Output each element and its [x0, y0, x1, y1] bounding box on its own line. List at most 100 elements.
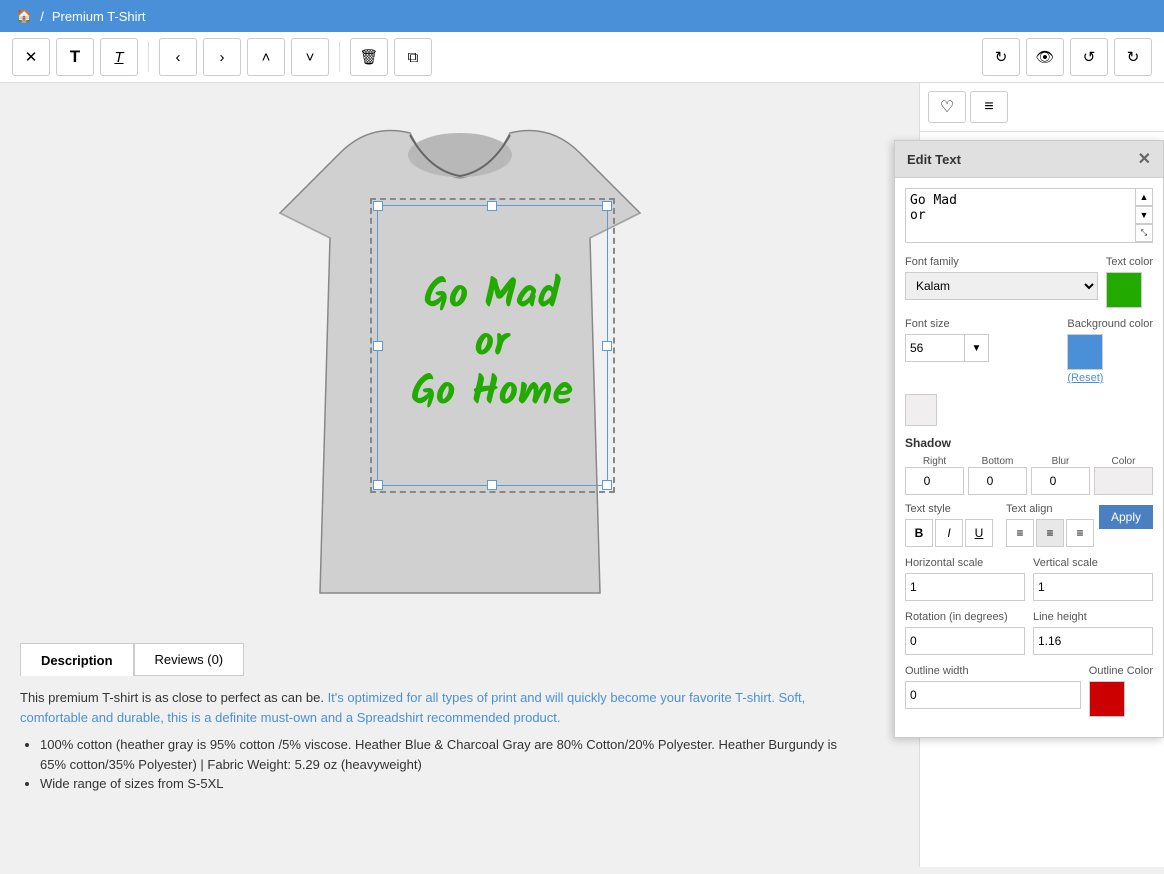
align-right-button[interactable]: ≡	[1066, 519, 1094, 547]
shadow-bottom-group: Bottom	[968, 456, 1027, 495]
bg-reset-link[interactable]: (Reset)	[1067, 372, 1103, 384]
edit-text-title: Edit Text	[907, 152, 961, 167]
scale-row: Horizontal scale Vertical scale	[905, 557, 1153, 601]
redo-button[interactable]: ↻	[1114, 38, 1152, 76]
eye-button[interactable]: 👁	[1026, 38, 1064, 76]
shadow-color-group: Color	[1094, 456, 1153, 495]
font-size-input[interactable]	[905, 334, 965, 362]
outline-color-label: Outline Color	[1089, 665, 1153, 677]
handle-ml[interactable]	[373, 341, 383, 351]
tab-description[interactable]: Description	[20, 643, 134, 676]
move-right-button[interactable]: ›	[203, 38, 241, 76]
text-area-wrapper: Go Mad or ▲ ▼ ⤡	[905, 188, 1153, 246]
description-text: This premium T-shirt is as close to perf…	[20, 676, 840, 794]
h-scale-group: Horizontal scale	[905, 557, 1025, 601]
font-size-label: Font size	[905, 318, 1059, 330]
add-text-toolbar-button[interactable]: T	[56, 38, 94, 76]
text-area-arrows: ▲ ▼ ⤡	[1135, 188, 1153, 242]
delete-button[interactable]: 🗑	[350, 38, 388, 76]
bg-white-swatch[interactable]	[905, 394, 937, 426]
text-style-label: Text style	[905, 503, 998, 515]
list-button[interactable]: ≡	[970, 91, 1008, 123]
design-inner: Go MadorGo Home	[377, 205, 608, 486]
toolbar-sep-1	[148, 42, 149, 72]
desc-bullet1: 100% cotton (heather gray is 95% cotton …	[40, 735, 840, 774]
shadow-row: Right Bottom Blur Color	[905, 456, 1153, 495]
shadow-blur-label: Blur	[1031, 456, 1090, 467]
nav-page-title: Premium T-Shirt	[52, 9, 146, 24]
edit-text-body: Go Mad or ▲ ▼ ⤡ Font family Kalam Text c…	[895, 178, 1163, 737]
nav-separator: /	[40, 9, 44, 24]
edit-text-close-button[interactable]: ✕	[1138, 149, 1151, 169]
design-area[interactable]: Go MadorGo Home	[370, 198, 615, 493]
move-up-button[interactable]: ˄	[247, 38, 285, 76]
outline-width-input[interactable]	[905, 681, 1081, 709]
shadow-right-label: Right	[905, 456, 964, 467]
outline-width-label: Outline width	[905, 665, 1081, 677]
refresh-button[interactable]: ↻	[982, 38, 1020, 76]
bg-color-swatch[interactable]	[1067, 334, 1103, 370]
text-style-toolbar-button[interactable]: T	[100, 38, 138, 76]
tab-reviews[interactable]: Reviews (0)	[134, 643, 245, 676]
desc-text2: It's optimized for all types of print an…	[328, 690, 775, 705]
text-align-label: Text align	[1006, 503, 1099, 515]
bold-button[interactable]: B	[905, 519, 933, 547]
fontsize-bgcolor-row: Font size ▼ Background color (Reset)	[905, 318, 1153, 384]
copy-button[interactable]: ⧉	[394, 38, 432, 76]
move-down-button[interactable]: ˅	[291, 38, 329, 76]
heart-button[interactable]: ♡	[928, 91, 966, 123]
text-color-swatch[interactable]	[1106, 272, 1142, 308]
text-editor[interactable]: Go Mad or	[905, 188, 1153, 243]
style-buttons: B I U	[905, 519, 998, 547]
text-scroll-down[interactable]: ▼	[1135, 206, 1153, 224]
handle-tl[interactable]	[373, 201, 383, 211]
font-color-row: Font family Kalam Text color	[905, 256, 1153, 308]
bottom-tabs: Description Reviews (0)	[20, 643, 899, 676]
font-size-group: Font size ▼	[905, 318, 1059, 362]
font-size-dropdown[interactable]: ▼	[965, 334, 989, 362]
tshirt-container: Go MadorGo Home	[250, 93, 670, 633]
h-scale-input[interactable]	[905, 573, 1025, 601]
handle-bl[interactable]	[373, 480, 383, 490]
v-scale-label: Vertical scale	[1033, 557, 1153, 569]
align-left-button[interactable]: ≡	[1006, 519, 1034, 547]
font-family-label: Font family	[905, 256, 1098, 268]
edit-text-header: Edit Text ✕	[895, 141, 1163, 178]
text-align-group: Text align ≡ ≡ ≡	[1006, 503, 1099, 547]
v-scale-group: Vertical scale	[1033, 557, 1153, 601]
outline-row: Outline width Outline Color	[905, 665, 1153, 717]
align-center-button[interactable]: ≡	[1036, 519, 1064, 547]
font-family-group: Font family Kalam	[905, 256, 1098, 300]
shadow-color-label: Color	[1094, 456, 1153, 467]
home-icon[interactable]: 🏠	[16, 8, 32, 24]
apply-button[interactable]: Apply	[1099, 505, 1153, 529]
toolbar-right: ↻ 👁 ↺ ↻	[982, 38, 1152, 76]
text-scroll-up[interactable]: ▲	[1135, 188, 1153, 206]
handle-tc[interactable]	[487, 201, 497, 211]
align-buttons: ≡ ≡ ≡	[1006, 519, 1099, 547]
handle-br[interactable]	[602, 480, 612, 490]
line-height-input[interactable]	[1033, 627, 1153, 655]
handle-tr[interactable]	[602, 201, 612, 211]
desc-bullet2: Wide range of sizes from S-5XL	[40, 774, 840, 794]
bg-color-label: Background color	[1067, 318, 1153, 330]
outline-color-swatch[interactable]	[1089, 681, 1125, 717]
shadow-blur-input[interactable]	[1031, 467, 1090, 495]
rotation-lineheight-row: Rotation (in degrees) Line height	[905, 611, 1153, 655]
underline-button[interactable]: U	[965, 519, 993, 547]
text-resize[interactable]: ⤡	[1135, 224, 1153, 242]
undo-button[interactable]: ↺	[1070, 38, 1108, 76]
italic-button[interactable]: I	[935, 519, 963, 547]
shadow-right-input[interactable]	[905, 467, 964, 495]
font-family-select[interactable]: Kalam	[905, 272, 1098, 300]
shadow-bottom-input[interactable]	[968, 467, 1027, 495]
move-left-button[interactable]: ‹	[159, 38, 197, 76]
v-scale-input[interactable]	[1033, 573, 1153, 601]
rotation-input[interactable]	[905, 627, 1025, 655]
style-align-row: Text style B I U Text align ≡ ≡ ≡	[905, 503, 1099, 547]
toolbar: ✕ T T ‹ › ˄ ˅ 🗑 ⧉ ↻ 👁 ↺ ↻	[0, 32, 1164, 83]
handle-mr[interactable]	[602, 341, 612, 351]
handle-bc[interactable]	[487, 480, 497, 490]
shuffle-button[interactable]: ✕	[12, 38, 50, 76]
shadow-color-swatch[interactable]	[1094, 467, 1153, 495]
